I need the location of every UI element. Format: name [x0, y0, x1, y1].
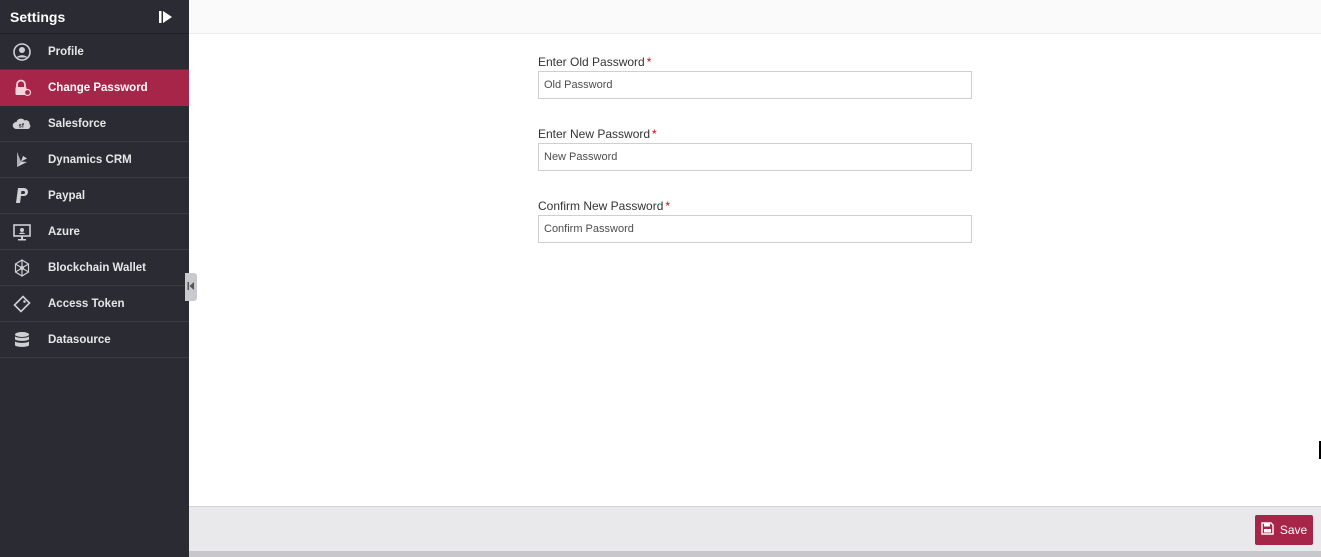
- save-button[interactable]: Save: [1255, 515, 1313, 545]
- sidebar-item-label: Profile: [48, 45, 84, 58]
- save-button-label: Save: [1279, 523, 1308, 537]
- sidebar-item-label: Datasource: [48, 333, 111, 346]
- save-icon: [1261, 522, 1274, 538]
- new-password-label-text: Enter New Password: [538, 127, 651, 141]
- sidebar-item-azure[interactable]: Azure: [0, 214, 189, 250]
- confirm-password-label-text: Confirm New Password: [538, 199, 664, 213]
- sidebar-item-change-password[interactable]: Change Password: [0, 70, 189, 106]
- confirm-password-label: Confirm New Password *: [538, 198, 972, 215]
- settings-sidebar: Settings Profile Change Password sf Sale…: [0, 0, 189, 557]
- bottom-scrollbar[interactable]: [189, 551, 1321, 557]
- sidebar-item-label: Salesforce: [48, 117, 107, 130]
- required-marker: *: [646, 55, 652, 69]
- sidebar-item-label: Azure: [48, 225, 80, 238]
- required-marker: *: [652, 127, 657, 141]
- old-password-label: Enter Old Password *: [538, 54, 972, 71]
- user-circle-icon: [12, 42, 32, 62]
- database-icon: [12, 330, 32, 350]
- sidebar-item-paypal[interactable]: Paypal: [0, 178, 189, 214]
- tag-icon: [12, 294, 32, 314]
- chevron-left-icon: [187, 278, 195, 296]
- collapse-sidebar-icon[interactable]: [157, 8, 175, 26]
- sidebar-item-label: Dynamics CRM: [48, 153, 132, 166]
- sidebar-item-salesforce[interactable]: sf Salesforce: [0, 106, 189, 142]
- paypal-icon: [12, 186, 32, 206]
- sidebar-item-profile[interactable]: Profile: [0, 34, 189, 70]
- form-footer: Save: [189, 506, 1321, 551]
- required-marker: *: [665, 199, 671, 213]
- old-password-input[interactable]: [538, 71, 972, 99]
- settings-nav: Profile Change Password sf Salesforce Dy…: [0, 34, 189, 358]
- sidebar-toggle-handle[interactable]: [185, 273, 197, 301]
- sidebar-title: Settings: [10, 8, 66, 25]
- sidebar-item-datasource[interactable]: Datasource: [0, 322, 189, 358]
- confirm-password-group: Confirm New Password *: [538, 198, 972, 243]
- sidebar-item-label: Change Password: [48, 81, 148, 94]
- sidebar-item-label: Blockchain Wallet: [48, 261, 146, 274]
- confirm-password-input[interactable]: [538, 215, 972, 243]
- blockchain-icon: [12, 258, 32, 278]
- sidebar-item-label: Access Token: [48, 297, 125, 310]
- salesforce-cloud-icon: sf: [12, 114, 32, 134]
- old-password-label-text: Enter Old Password: [538, 55, 645, 69]
- content-topbar: [189, 0, 1321, 34]
- old-password-group: Enter Old Password *: [538, 54, 972, 99]
- sidebar-item-access-token[interactable]: Access Token: [0, 286, 189, 322]
- new-password-label: Enter New Password *: [538, 126, 972, 143]
- sidebar-item-dynamics-crm[interactable]: Dynamics CRM: [0, 142, 189, 178]
- sidebar-item-blockchain-wallet[interactable]: Blockchain Wallet: [0, 250, 189, 286]
- dynamics-icon: [12, 150, 32, 170]
- sidebar-header: Settings: [0, 0, 189, 34]
- monitor-icon: [12, 222, 32, 242]
- change-password-form: Enter Old Password * Enter New Password * …: [538, 54, 972, 270]
- sidebar-item-label: Paypal: [48, 189, 86, 202]
- new-password-input[interactable]: [538, 143, 972, 171]
- lock-icon: [12, 78, 32, 98]
- new-password-group: Enter New Password *: [538, 126, 972, 171]
